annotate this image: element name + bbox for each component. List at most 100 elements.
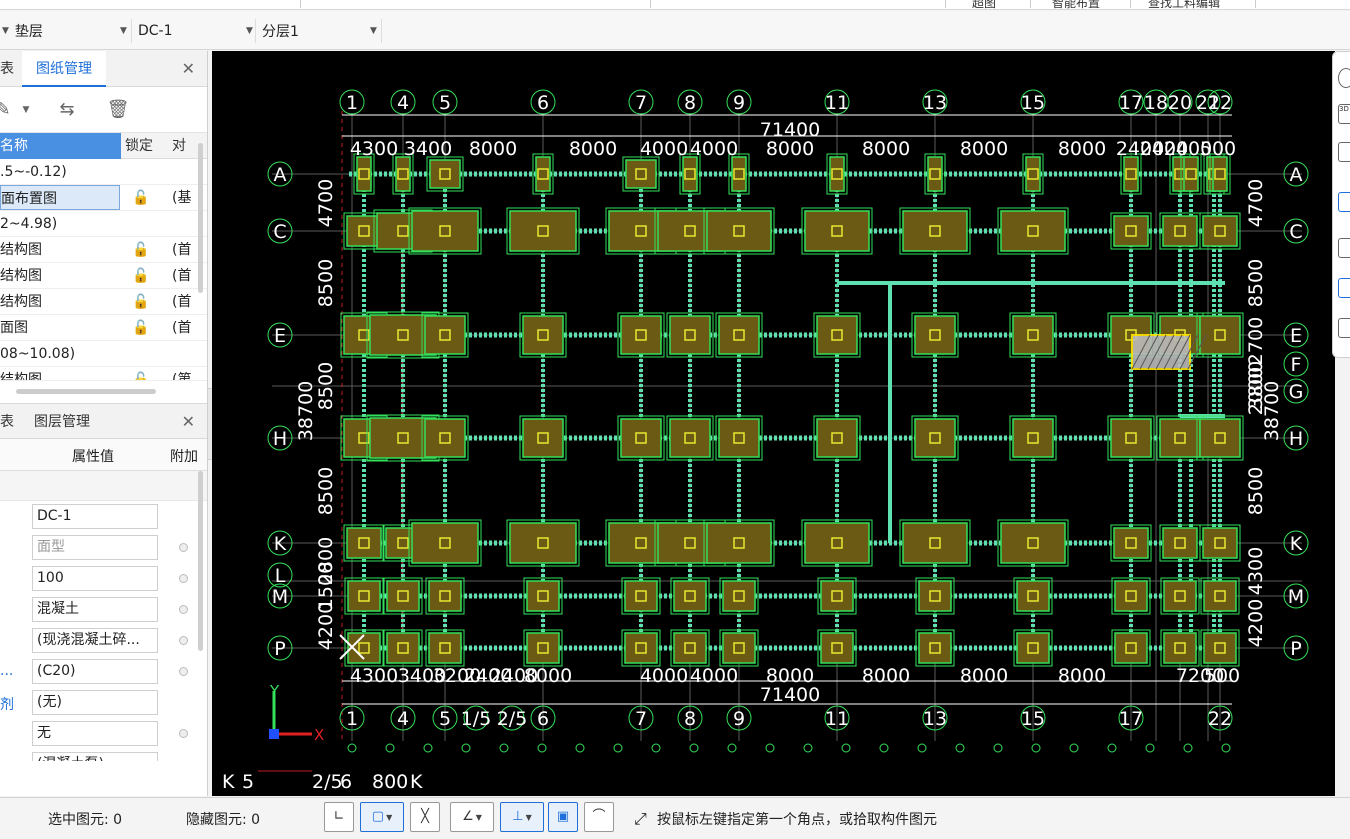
axis-label: A — [1290, 164, 1303, 186]
property-value-input[interactable]: (C20) — [32, 659, 158, 684]
ucs-origin — [269, 729, 279, 739]
property-value-input[interactable]: (现浇混凝土碎... — [32, 628, 158, 653]
minor-axis-bubble — [651, 743, 661, 753]
lock-icon[interactable]: 🔓 — [132, 237, 149, 263]
cross-select-icon[interactable]: ╳ — [410, 802, 440, 832]
axis-label: 9 — [733, 708, 745, 730]
ribbon-button[interactable]: 智能布置 — [1052, 0, 1100, 11]
offset-snap-button[interactable]: ⊥ ▼ — [500, 802, 544, 832]
lock-icon[interactable]: 🔓 — [132, 367, 149, 380]
property-value-input[interactable]: DC-1 — [32, 504, 158, 529]
footing — [1012, 315, 1054, 355]
list-item[interactable]: 结构图 🔓 (首 — [0, 263, 207, 289]
display-toggle-icon[interactable]: ▣ — [548, 802, 578, 832]
ucs-y-label: Y — [269, 682, 280, 700]
ribbon-button[interactable]: 查找工料编辑 — [1148, 0, 1220, 11]
view-frame-icon[interactable] — [1338, 238, 1350, 258]
top-view-icon[interactable] — [1338, 142, 1350, 162]
3d-view-icon[interactable]: 3D — [1338, 104, 1350, 124]
property-value-input[interactable]: 无 — [32, 721, 158, 746]
axis-label: F — [1291, 354, 1302, 376]
axis-label: M — [272, 586, 288, 608]
scrollbar[interactable] — [198, 471, 203, 651]
footing — [1114, 632, 1148, 664]
additional-checkbox[interactable] — [179, 729, 188, 738]
lock-icon[interactable]: 🔓 — [132, 289, 149, 315]
list-item[interactable]: 结构图 🔓 (首 — [0, 289, 207, 315]
list-view-icon[interactable] — [1338, 318, 1350, 338]
additional-checkbox[interactable] — [179, 543, 188, 552]
mini-axis-label: 2/5 — [312, 771, 343, 793]
list-item[interactable]: 面布置图 🔓 (基 — [0, 185, 207, 211]
tab-layer-management[interactable]: 图层管理 — [34, 404, 90, 440]
property-row: (现浇混凝土碎... — [0, 625, 207, 656]
tab-property-list[interactable]: 表 — [0, 404, 18, 440]
dimension-label: 4000 — [690, 665, 738, 687]
property-value-input[interactable]: 混凝土 — [32, 597, 158, 622]
list-item[interactable]: 2~4.98) — [0, 211, 207, 237]
property-value-input[interactable]: 面型 — [32, 535, 158, 560]
lock-icon[interactable]: 🔓 — [132, 315, 149, 341]
additional-checkbox[interactable] — [179, 667, 188, 676]
axis-label: E — [274, 325, 286, 347]
tab-drawing-management[interactable]: 图纸管理 — [22, 51, 106, 87]
chevron-down-icon[interactable]: ▼ — [18, 95, 34, 125]
dimension-total: 38700 — [1261, 381, 1283, 441]
close-icon[interactable]: ✕ — [182, 59, 195, 78]
cube-view-icon[interactable] — [1338, 192, 1350, 212]
property-row: 无 — [0, 718, 207, 749]
panel-splitter[interactable] — [0, 381, 207, 403]
ortho-toggle-icon[interactable]: ∟ — [324, 802, 354, 832]
drawing-floor: (第 — [172, 372, 192, 381]
component-name-select[interactable]: DC-1 ▼ — [138, 19, 256, 43]
property-value-input[interactable]: (无) — [32, 690, 158, 715]
drawing-floor: (首 — [172, 320, 192, 336]
footing — [411, 210, 479, 252]
cad-drawing[interactable]: 1 4 5 6 7 8 9 11 13 15 17 18 20 2122714004300 3400 8000… — [212, 51, 1335, 796]
ribbon-button[interactable]: 超图 — [972, 0, 996, 11]
snap-box-button[interactable]: ▢ ▼ — [360, 802, 404, 832]
axis-label: 20 — [1168, 92, 1192, 114]
lock-icon[interactable]: 🔓 — [132, 185, 149, 211]
delete-icon[interactable]: 🗑 — [103, 95, 133, 125]
axis-label: E — [1290, 325, 1302, 347]
edit-icon[interactable]: ✎ — [0, 95, 18, 125]
cad-drawing-canvas[interactable]: 1 4 5 6 7 8 9 11 13 15 17 18 20 21 22 71400 4300 3400 8000… — [212, 51, 1335, 796]
list-item[interactable]: .5~-0.12) — [0, 159, 207, 185]
arc-tool-icon[interactable]: ⌒ — [584, 802, 614, 832]
property-value-input[interactable]: 100 — [32, 566, 158, 591]
angle-snap-button[interactable]: ∠ ▼ — [450, 802, 494, 832]
footing — [526, 632, 560, 664]
left-panel: 表 图纸管理 ✕ ✎ ▼ ⇆ 🗑 名称 锁定 对 .5~-0.12) 面布置图 🔓… — [0, 51, 208, 796]
property-value-input[interactable]: (混凝土泵) — [32, 752, 158, 761]
status-bar: 选中图元: 0 隐藏图元: 0 ∟ ▢ ▼ ╳ ∠ ▼ ⊥ ▼ ▣ ⌒ ⤢ 按鼠标左键… — [0, 797, 1350, 839]
footing — [424, 418, 466, 458]
list-item[interactable]: 08~10.08) — [0, 341, 207, 367]
tab-component-list[interactable]: 表 — [0, 51, 18, 87]
minor-axis-bubble — [613, 743, 623, 753]
minor-axis-bubble — [689, 743, 699, 753]
close-icon[interactable]: ✕ — [182, 412, 195, 431]
scrollbar[interactable] — [198, 143, 203, 293]
drawing-list-header: 名称 锁定 对 — [0, 133, 207, 159]
list-item[interactable]: 结构图 🔓 (首 — [0, 237, 207, 263]
footing — [669, 315, 711, 355]
rotate-view-icon[interactable] — [1338, 278, 1350, 298]
axis-label: 6 — [537, 92, 549, 114]
additional-checkbox[interactable] — [179, 605, 188, 614]
footing — [346, 527, 382, 559]
footing — [706, 522, 772, 564]
additional-checkbox[interactable] — [179, 574, 188, 583]
component-type-value: 垫层 — [14, 24, 43, 40]
scrollbar-horizontal[interactable] — [16, 389, 156, 394]
list-item[interactable]: 面图 🔓 (首 — [0, 315, 207, 341]
axis-label: P — [1290, 638, 1301, 660]
footing — [1202, 527, 1238, 559]
additional-checkbox[interactable] — [179, 636, 188, 645]
split-drawing-icon[interactable]: ⇆ — [52, 95, 82, 125]
lock-icon[interactable]: 🔓 — [132, 263, 149, 289]
orbit-icon[interactable] — [1338, 68, 1350, 88]
list-item[interactable]: 结构图 🔓 (第 — [0, 367, 207, 381]
component-type-select[interactable]: ▼ 垫层 ▼ — [0, 19, 132, 43]
sublayer-select[interactable]: 分层1 ▼ — [262, 19, 382, 43]
